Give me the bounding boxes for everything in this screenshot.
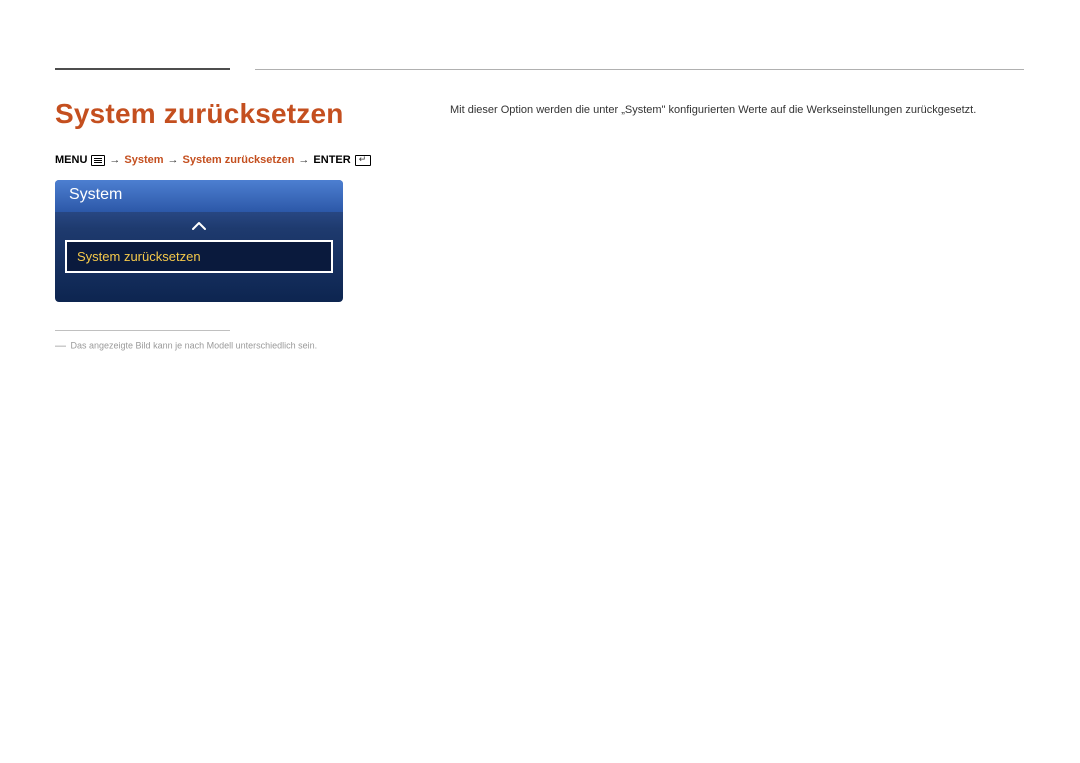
menu-icon	[91, 155, 105, 166]
breadcrumb-system-reset: System zurücksetzen	[183, 154, 295, 166]
panel-item-system-reset[interactable]: System zurücksetzen	[65, 240, 333, 273]
system-panel: System System zurücksetzen	[55, 180, 343, 302]
panel-title: System	[55, 180, 343, 212]
footnote-divider	[55, 330, 230, 331]
enter-icon	[355, 155, 371, 166]
breadcrumb-menu-label: MENU	[55, 154, 87, 166]
header-rule-long	[255, 69, 1024, 70]
footnote-text: Das angezeigte Bild kann je nach Modell …	[71, 340, 318, 350]
breadcrumb-arrow: →	[298, 154, 309, 166]
footnote-dash: ―	[55, 340, 66, 352]
description-text: Mit dieser Option werden die unter „Syst…	[450, 104, 976, 116]
breadcrumb-arrow: →	[109, 154, 120, 166]
header-rule-short	[55, 68, 230, 70]
breadcrumb-enter-label: ENTER	[313, 154, 350, 166]
breadcrumb-arrow: →	[168, 154, 179, 166]
breadcrumb: MENU → System → System zurücksetzen → EN…	[55, 154, 371, 166]
breadcrumb-system: System	[124, 154, 163, 166]
chevron-up-icon[interactable]	[55, 212, 343, 240]
page-title: System zurücksetzen	[55, 98, 344, 130]
footnote: ― Das angezeigte Bild kann je nach Model…	[55, 340, 317, 352]
